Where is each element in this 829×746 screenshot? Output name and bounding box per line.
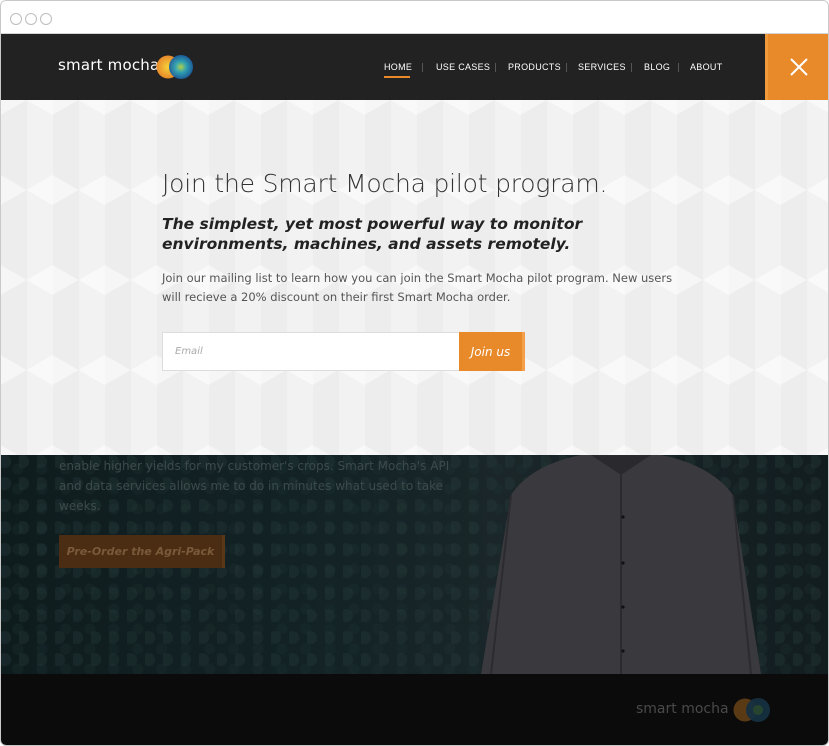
- footer-brand-name: smart mocha: [636, 701, 729, 717]
- nav-item-home[interactable]: HOME: [384, 62, 412, 73]
- logo-icon[interactable]: [156, 54, 194, 80]
- signup-description: Join our mailing list to learn how you c…: [162, 271, 673, 304]
- nav-item-products[interactable]: PRODUCTS: [508, 62, 561, 73]
- nav-divider: [566, 63, 567, 72]
- nav-item-blog[interactable]: BLOG: [644, 62, 670, 73]
- nav-item-services[interactable]: SERVICES: [578, 62, 626, 73]
- brand-name[interactable]: smart mocha: [58, 56, 159, 74]
- join-us-button[interactable]: Join us: [459, 332, 525, 371]
- nav-divider: [631, 63, 632, 72]
- nav-active-indicator: [384, 76, 410, 78]
- email-input[interactable]: [162, 332, 460, 371]
- signup-subtitle: The simplest, yet most powerful way to m…: [162, 215, 583, 253]
- window-minimize-dot[interactable]: [25, 13, 37, 25]
- close-icon: [790, 58, 808, 76]
- nav-divider: [495, 63, 496, 72]
- site-footer: smart mocha: [1, 674, 828, 745]
- signup-title: Join the Smart Mocha pilot program.: [162, 169, 608, 198]
- browser-chrome: [1, 1, 828, 34]
- window-zoom-dot[interactable]: [40, 13, 52, 25]
- nav-divider: [422, 63, 423, 72]
- footer-logo-icon: [733, 698, 770, 722]
- nav-divider: [678, 63, 679, 72]
- nav-item-use-cases[interactable]: USE CASES: [436, 62, 490, 73]
- site-header: smart mocha HOME USE CASES PRODUCTS SERV…: [1, 34, 828, 100]
- preorder-button[interactable]: Pre-Order the Agri-Pack: [59, 535, 225, 568]
- person-photo: [481, 455, 761, 674]
- nav-item-about[interactable]: ABOUT: [690, 62, 723, 73]
- browser-window: smart mocha HOME USE CASES PRODUCTS SERV…: [0, 0, 829, 746]
- close-overlay-button[interactable]: [765, 34, 828, 100]
- hero-quote: enable higher yields for my customer's c…: [59, 459, 450, 513]
- hero-section: enable higher yields for my customer's c…: [1, 455, 828, 674]
- window-close-dot[interactable]: [10, 13, 22, 25]
